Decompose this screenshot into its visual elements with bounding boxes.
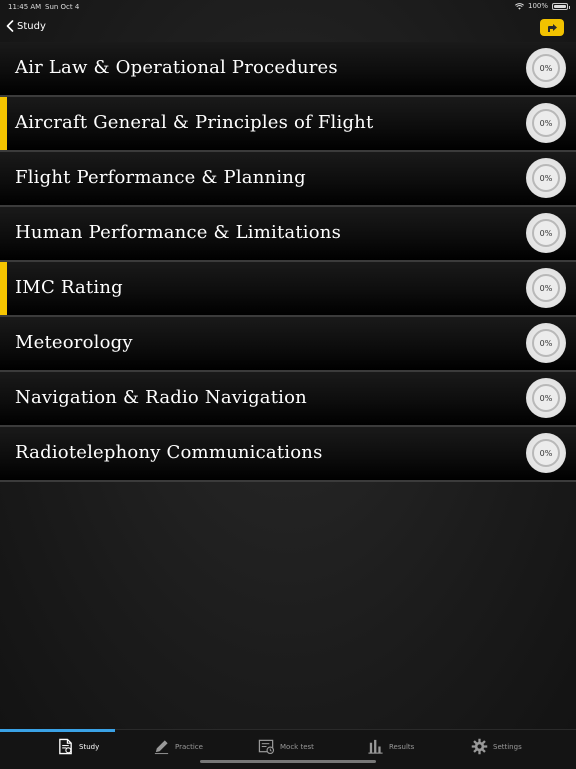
- progress-ring: 0%: [526, 378, 566, 418]
- subject-row[interactable]: Navigation & Radio Navigation 0%: [0, 372, 576, 427]
- progress-ring: 0%: [526, 48, 566, 88]
- subject-marker: [0, 97, 7, 150]
- tab-mock-test[interactable]: Mock test: [258, 738, 314, 755]
- tab-settings[interactable]: Settings: [471, 738, 522, 755]
- status-bar: 11:45 AM Sun Oct 4 100%: [0, 0, 576, 14]
- progress-value: 0%: [532, 384, 560, 412]
- tab-label: Results: [389, 742, 415, 751]
- progress-value: 0%: [532, 219, 560, 247]
- subject-marker: [0, 262, 7, 315]
- wifi-icon: [515, 2, 524, 10]
- tab-bar: Study Practice Mock test Results Setting…: [0, 729, 576, 769]
- bar-chart-icon: [368, 739, 383, 754]
- status-time: 11:45 AM: [8, 3, 42, 11]
- progress-ring: 0%: [526, 103, 566, 143]
- tab-label: Study: [79, 742, 100, 751]
- progress-ring: 0%: [526, 323, 566, 363]
- chevron-left-icon: [6, 20, 14, 32]
- subject-label: Navigation & Radio Navigation: [15, 387, 307, 408]
- subject-list: Air Law & Operational Procedures 0% Airc…: [0, 42, 576, 482]
- home-indicator: [200, 760, 376, 763]
- tab-label: Mock test: [280, 742, 314, 751]
- progress-value: 0%: [532, 164, 560, 192]
- subject-label: Air Law & Operational Procedures: [15, 57, 338, 78]
- bookmark-button[interactable]: [540, 19, 564, 36]
- progress-ring: 0%: [526, 268, 566, 308]
- subject-label: Meteorology: [15, 332, 133, 353]
- subject-label: IMC Rating: [15, 277, 123, 298]
- progress-value: 0%: [532, 274, 560, 302]
- subject-row[interactable]: Human Performance & Limitations 0%: [0, 207, 576, 262]
- back-label: Study: [17, 20, 46, 32]
- tab-label: Settings: [493, 742, 522, 751]
- subject-row[interactable]: Radiotelephony Communications 0%: [0, 427, 576, 482]
- tab-study[interactable]: Study: [57, 738, 99, 755]
- subject-label: Radiotelephony Communications: [15, 442, 323, 463]
- arrow-flag-icon: [548, 23, 557, 32]
- progress-value: 0%: [532, 109, 560, 137]
- subject-label: Human Performance & Limitations: [15, 222, 342, 243]
- battery-percent: 100%: [527, 2, 548, 10]
- subject-row[interactable]: IMC Rating 0%: [0, 262, 576, 317]
- progress-value: 0%: [532, 54, 560, 82]
- tab-results[interactable]: Results: [367, 738, 414, 755]
- pencil-icon: [154, 740, 169, 755]
- subject-row[interactable]: Meteorology 0%: [0, 317, 576, 372]
- progress-value: 0%: [532, 329, 560, 357]
- progress-ring: 0%: [526, 433, 566, 473]
- back-button[interactable]: Study: [6, 20, 46, 32]
- gear-icon: [471, 738, 488, 755]
- subject-row[interactable]: Air Law & Operational Procedures 0%: [0, 42, 576, 97]
- battery-icon: [552, 2, 570, 10]
- progress-ring: 0%: [526, 213, 566, 253]
- status-date: Sun Oct 4: [45, 3, 80, 11]
- subject-label: Aircraft General & Principles of Flight: [15, 112, 374, 133]
- progress-value: 0%: [532, 439, 560, 467]
- navigation-bar: Study: [0, 14, 576, 43]
- study-icon: [59, 738, 72, 755]
- status-right: 100%: [515, 2, 570, 10]
- subject-row[interactable]: Flight Performance & Planning 0%: [0, 152, 576, 207]
- mock-test-icon: [258, 739, 275, 755]
- active-tab-indicator: [0, 729, 115, 732]
- progress-ring: 0%: [526, 158, 566, 198]
- tab-practice[interactable]: Practice: [153, 738, 203, 755]
- tab-label: Practice: [175, 742, 203, 751]
- subject-row[interactable]: Aircraft General & Principles of Flight …: [0, 97, 576, 152]
- subject-label: Flight Performance & Planning: [15, 167, 306, 188]
